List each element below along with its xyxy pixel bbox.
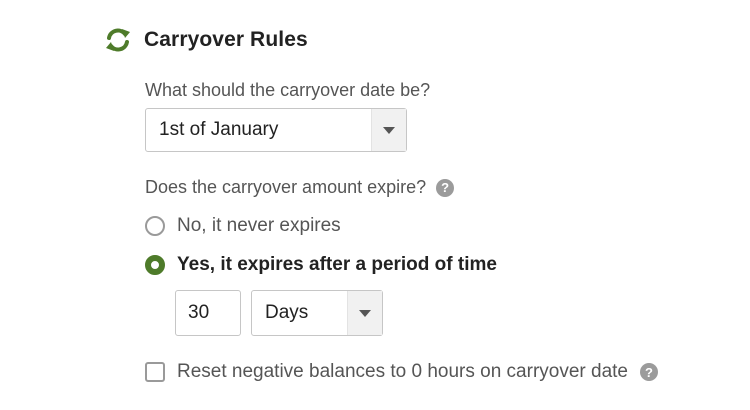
section-header: Carryover Rules — [104, 26, 308, 54]
carryover-date-question: What should the carryover date be? — [145, 80, 430, 101]
section-title: Carryover Rules — [144, 28, 308, 51]
dropdown-toggle[interactable] — [371, 109, 406, 151]
chevron-down-icon — [383, 126, 395, 134]
carryover-date-value: 1st of January — [159, 119, 279, 140]
expiry-question-label: Does the carryover amount expire? — [145, 177, 427, 197]
dropdown-toggle[interactable] — [347, 291, 382, 335]
radio-label: Yes, it expires after a period of time — [177, 254, 497, 275]
reset-negative-label: Reset negative balances to 0 hours on ca… — [177, 361, 628, 382]
carryover-rules-panel: Carryover Rules What should the carryove… — [0, 0, 750, 410]
refresh-icon — [104, 26, 132, 54]
question-circle-icon[interactable]: ? — [640, 363, 658, 381]
carryover-date-select[interactable]: 1st of January — [145, 108, 407, 152]
radio-never-expires[interactable]: No, it never expires — [145, 215, 341, 237]
question-circle-icon[interactable]: ? — [436, 178, 455, 197]
radio-expires-after-period[interactable]: Yes, it expires after a period of time — [145, 254, 497, 276]
expiry-unit-select[interactable]: Days — [251, 290, 383, 336]
radio-button-selected[interactable] — [145, 255, 165, 275]
chevron-down-icon — [359, 309, 371, 317]
expiry-unit-value: Days — [265, 302, 309, 323]
reset-negative-checkbox[interactable] — [145, 362, 165, 382]
expiry-question: Does the carryover amount expire? ? — [145, 177, 455, 198]
radio-button[interactable] — [145, 216, 165, 236]
carryover-date-label: What should the carryover date be? — [145, 80, 431, 100]
expiry-period-input[interactable] — [175, 290, 241, 336]
radio-label: No, it never expires — [177, 215, 341, 236]
reset-negative-balances-option[interactable]: Reset negative balances to 0 hours on ca… — [145, 361, 658, 383]
